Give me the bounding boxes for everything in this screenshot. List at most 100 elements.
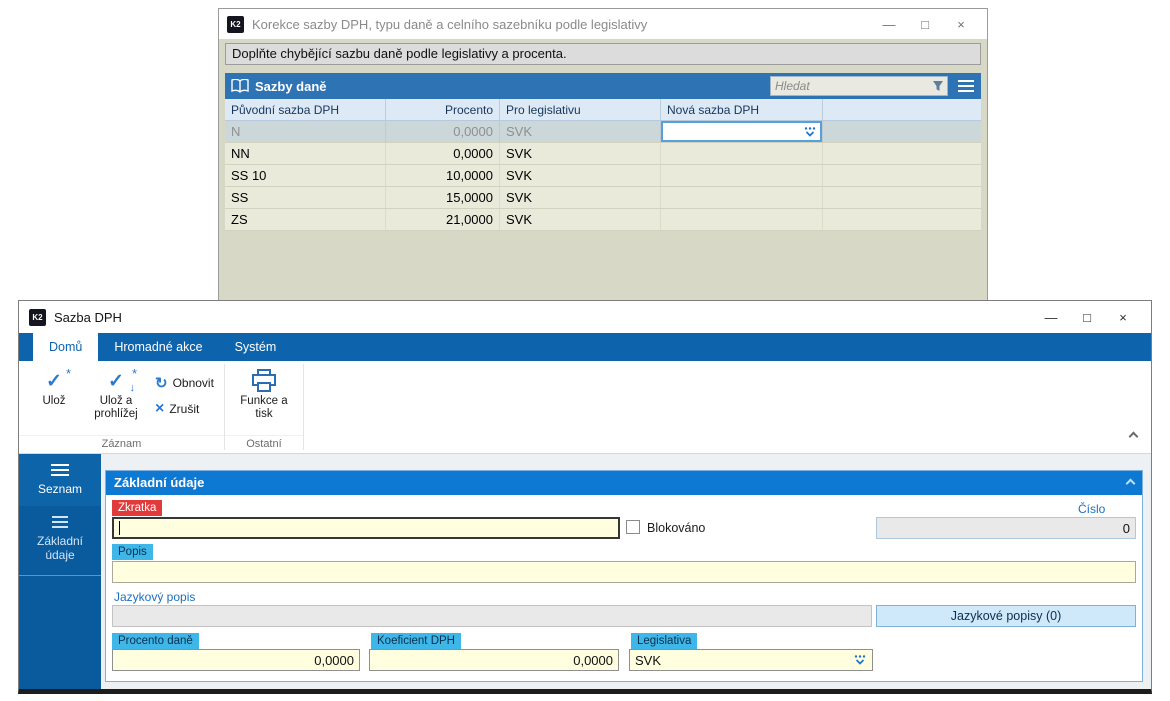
table-row[interactable]: NN 0,0000 SVK [225, 143, 981, 165]
sidebar-item-zakladni-udaje[interactable]: Základní údaje [19, 506, 101, 576]
table-header-row: Původní sazba DPH Procento Pro legislati… [225, 99, 981, 121]
maximize-button[interactable]: □ [907, 11, 943, 37]
jazykove-popisy-button[interactable]: Jazykové popisy (0) [876, 605, 1136, 627]
ribbon-collapse-chevron[interactable] [1128, 427, 1139, 445]
tab-system[interactable]: Systém [219, 333, 293, 361]
col-header-nova-sazba[interactable]: Nová sazba DPH [661, 99, 823, 120]
tab-domu[interactable]: Domů [33, 333, 99, 361]
printer-icon [231, 367, 297, 395]
left-sidebar: Seznam Základní údaje [19, 454, 101, 689]
dropdown-icon [854, 655, 866, 665]
table-row[interactable]: SS 15,0000 SVK [225, 187, 981, 209]
cell-nova-sazba [661, 121, 823, 142]
zkratka-input[interactable] [112, 517, 620, 539]
col-header-puvodni-sazba[interactable]: Původní sazba DPH [225, 99, 386, 120]
check-icon: ✓ [46, 370, 62, 392]
blokovano-label: Blokováno [647, 521, 706, 535]
col-header-procento[interactable]: Procento [386, 99, 500, 120]
minimize-button[interactable]: — [871, 11, 907, 37]
ribbon-separator [302, 364, 304, 450]
maximize-button[interactable]: □ [1069, 304, 1105, 330]
k2-app-icon: K2 [29, 308, 46, 326]
minimize-button[interactable]: — [1033, 304, 1069, 330]
koeficient-dph-input[interactable]: 0,0000 [369, 649, 619, 671]
cislo-field[interactable]: 0 [876, 517, 1136, 539]
col-header-pro-legislativu[interactable]: Pro legislativu [500, 99, 661, 120]
functions-print-button[interactable]: Funkce a tisk [231, 365, 297, 421]
text-caret [119, 521, 120, 535]
refresh-icon: ↻ [155, 375, 168, 392]
legislativa-label: Legislativa [631, 633, 698, 649]
panel-body: Zkratka Blokováno Číslo 0 Popis Jazykový… [106, 495, 1142, 681]
cell-procento: 15,0000 [386, 187, 500, 208]
close-button[interactable]: × [1105, 304, 1141, 330]
zakladni-udaje-panel: Základní údaje Zkratka Blokováno Číslo 0… [105, 470, 1143, 682]
panel-title: Základní údaje [114, 475, 205, 490]
ribbon-tab-bar: Domů Hromadné akce Systém [19, 333, 1151, 361]
details-list-icon [52, 516, 68, 528]
sidebar-item-seznam[interactable]: Seznam [19, 454, 101, 506]
cell-procento: 0,0000 [386, 143, 500, 164]
table-row[interactable]: ZS 21,0000 SVK [225, 209, 981, 231]
star-icon: * [65, 366, 71, 381]
group-label-zaznam: Záznam [19, 435, 224, 453]
tab-hromadne-akce[interactable]: Hromadné akce [98, 333, 218, 361]
cell-legislativa: SVK [500, 143, 661, 164]
jazykovy-popis-field[interactable] [112, 605, 872, 627]
panel-collapse-chevron[interactable] [1125, 471, 1136, 495]
refresh-button[interactable]: ↻ Obnovit [155, 374, 214, 392]
check-icon: ✓ [108, 370, 124, 392]
koeficient-dph-label: Koeficient DPH [371, 633, 461, 649]
ribbon: ✓ * Ulož ✓ ↓ * Ulož a prohlížej ↻ Obnovi… [19, 361, 1151, 454]
cancel-button[interactable]: × Zrušit [155, 401, 214, 417]
cell-procento: 10,0000 [386, 165, 500, 186]
jazykovy-popis-label: Jazykový popis [114, 590, 196, 604]
ribbon-group-ostatni: Funkce a tisk Ostatní [224, 361, 303, 453]
cell-legislativa: SVK [500, 121, 661, 142]
cell-legislativa: SVK [500, 209, 661, 230]
back-window-titlebar[interactable]: K2 Korekce sazby DPH, typu daně a celníh… [219, 9, 987, 39]
book-icon [231, 79, 249, 93]
cell-sazba: NN [225, 143, 386, 164]
form-content-area: Základní údaje Zkratka Blokováno Číslo 0… [101, 454, 1151, 689]
zkratka-label: Zkratka [112, 500, 163, 516]
popis-label: Popis [112, 544, 153, 560]
grid-menu-icon[interactable] [951, 73, 981, 99]
procento-dane-input[interactable]: 0,0000 [112, 649, 360, 671]
front-window-title: Sazba DPH [54, 309, 122, 325]
filter-funnel-icon[interactable] [932, 80, 944, 92]
front-window-titlebar[interactable]: K2 Sazba DPH — □ × [19, 301, 1151, 333]
popis-input[interactable] [112, 561, 1136, 583]
nova-sazba-combobox[interactable] [661, 121, 822, 142]
legislativa-combobox[interactable]: SVK [629, 649, 873, 671]
save-button[interactable]: ✓ * Ulož [25, 365, 83, 408]
blokovano-checkbox[interactable] [626, 520, 640, 534]
table-caption-bar: Sazby daně [225, 73, 981, 99]
x-icon: × [155, 400, 165, 417]
cell-sazba: SS [225, 187, 386, 208]
cell-nova-sazba [661, 165, 823, 186]
table-title: Sazby daně [255, 78, 327, 94]
close-button[interactable]: × [943, 11, 979, 37]
star-icon: * [131, 366, 137, 381]
list-menu-icon [51, 464, 69, 476]
cell-sazba: SS 10 [225, 165, 386, 186]
cell-procento: 21,0000 [386, 209, 500, 230]
table-row-selected[interactable]: N 0,0000 SVK [225, 121, 981, 143]
cell-legislativa: SVK [500, 187, 661, 208]
arrow-down-icon: ↓ [129, 382, 136, 394]
save-and-view-button[interactable]: ✓ ↓ * Ulož a prohlížej [83, 365, 149, 421]
cell-procento: 0,0000 [386, 121, 500, 142]
desktop: K2 Korekce sazby DPH, typu daně a celníh… [0, 0, 1170, 701]
cell-nova-sazba [661, 143, 823, 164]
group-label-ostatni: Ostatní [224, 435, 303, 453]
window-sazba-dph: K2 Sazba DPH — □ × Domů Hromadné akce Sy… [18, 300, 1152, 694]
cell-nova-sazba [661, 187, 823, 208]
cislo-label: Číslo [1078, 502, 1106, 516]
cell-sazba: N [225, 121, 386, 142]
table-row[interactable]: SS 10 10,0000 SVK [225, 165, 981, 187]
k2-app-icon: K2 [227, 15, 244, 33]
search-box [770, 76, 948, 96]
search-input[interactable] [771, 79, 932, 93]
dropdown-icon [804, 126, 816, 137]
